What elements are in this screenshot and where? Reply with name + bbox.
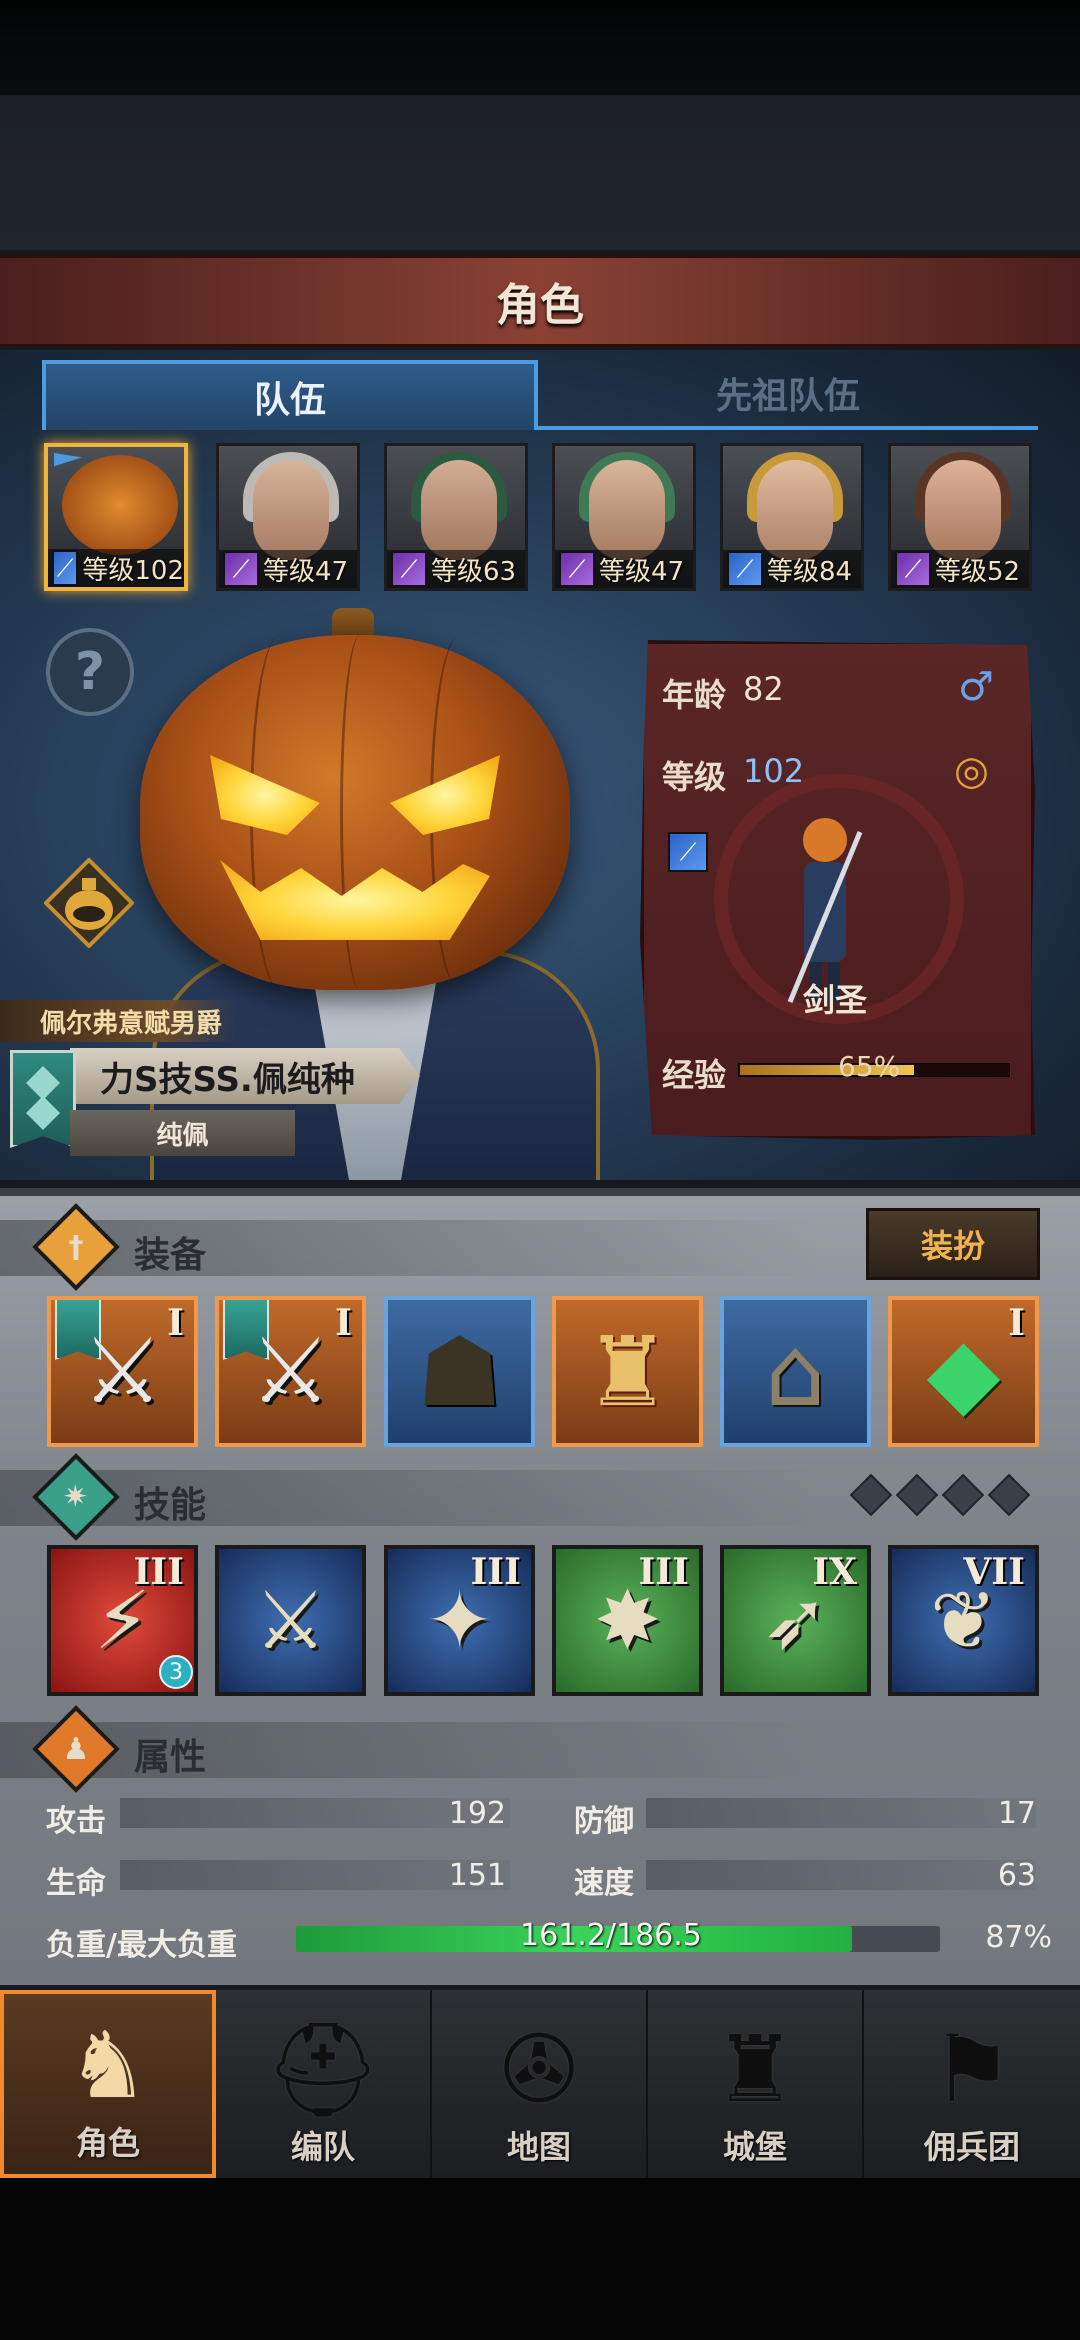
staff-class-icon: ⟋ (895, 551, 931, 587)
party-member-5[interactable]: ⟋ 等级84 (720, 443, 864, 591)
equip-slot-weapon-1[interactable]: I ⚔ (47, 1296, 198, 1447)
pumpkin-head (140, 635, 570, 990)
ring-icon: ◎ (954, 748, 989, 794)
skill-slot-5[interactable]: ➶ IX (720, 1545, 871, 1696)
exp-percent: 65% (838, 1050, 901, 1083)
skill-slot-4[interactable]: ✸ III (552, 1545, 703, 1696)
boots-icon: ⌂ (765, 1315, 826, 1428)
hood-icon: ☗ (416, 1315, 503, 1428)
potion-icon[interactable] (44, 858, 134, 948)
attack-value: 192 (448, 1796, 506, 1831)
member-level: 等级84 (767, 556, 853, 587)
equip-slot-accessory[interactable]: I ◆ (888, 1296, 1039, 1447)
hp-label: 生命 (46, 1866, 106, 1901)
class-name: 剑圣 (802, 981, 867, 1019)
equip-slot-weapon-2[interactable]: I ⚔ (215, 1296, 366, 1447)
member-level: 等级47 (263, 556, 349, 587)
male-icon: ♂ (958, 664, 994, 710)
helmet-icon: ⛑ (264, 2016, 382, 2123)
staff-class-icon: ⟋ (559, 551, 595, 587)
axe-icon: ⚔ (82, 1319, 163, 1424)
tab-ancestor-team[interactable]: 先祖队伍 (538, 360, 1038, 430)
age-value: 82 (743, 670, 784, 708)
armor-icon: ♜ (584, 1315, 671, 1428)
mercenary-icon: ⚑ (930, 2016, 1014, 2123)
equipment-title: 装备 (134, 1235, 207, 1276)
help-button[interactable]: ? (46, 628, 134, 716)
blade-skill-icon: ⚔ (254, 1574, 327, 1667)
skill-charge-badge: 3 (159, 1655, 193, 1689)
equip-slot-armor[interactable]: ♜ (552, 1296, 703, 1447)
attack-label: 攻击 (46, 1804, 106, 1839)
knight-icon: ♞ (66, 2012, 150, 2119)
nav-formation[interactable]: ⛑ 编队 (216, 1990, 432, 2178)
compass-icon: ✇ (500, 2016, 578, 2123)
nav-castle[interactable]: ♜ 城堡 (648, 1990, 864, 2178)
level-value: 102 (743, 752, 805, 790)
hero-name[interactable]: 力S技SS.佩纯种 (70, 1048, 420, 1104)
portrait-face (421, 460, 497, 560)
hero-title: 佩尔弗意赋男爵 (0, 1000, 235, 1042)
level-label: 等级 (662, 758, 727, 796)
defense-label: 防御 (574, 1804, 634, 1839)
equip-slot-head[interactable]: ☗ (384, 1296, 535, 1447)
portrait-face (589, 460, 665, 560)
hp-value: 151 (448, 1858, 506, 1893)
member-level: 等级52 (935, 556, 1021, 587)
load-percent: 87% (985, 1920, 1052, 1955)
member-level: 等级102 (82, 555, 184, 586)
party-member-1[interactable]: ⟋ 等级102 (44, 443, 188, 591)
portrait-face (925, 460, 1001, 560)
skill-slot-2[interactable]: ⚔ (215, 1545, 366, 1696)
screen-title: 角色 (496, 280, 584, 331)
staff-class-icon: ⟋ (391, 551, 427, 587)
equip-slot-boots[interactable]: ⌂ (720, 1296, 871, 1447)
skills-title: 技能 (134, 1485, 207, 1526)
nav-map[interactable]: ✇ 地图 (432, 1990, 648, 2178)
sword-class-icon: ⟋ (52, 550, 79, 586)
member-level: 等级47 (599, 556, 685, 587)
dress-up-button[interactable]: 装扮 (866, 1208, 1040, 1280)
skill-slot-1[interactable]: ⚡ III 3 (47, 1545, 198, 1696)
speed-value: 63 (997, 1858, 1036, 1893)
sword-class-icon: ⟋ (668, 832, 708, 872)
defense-value: 17 (997, 1796, 1036, 1831)
system-bar (0, 2178, 1080, 2340)
nav-character[interactable]: ♞ 角色 (0, 1990, 216, 2178)
nav-mercenary[interactable]: ⚑ 佣兵团 (864, 1990, 1080, 2178)
crystal-icon: ◆ (926, 1315, 1001, 1428)
skill-slot-6[interactable]: ❦ VII (888, 1545, 1039, 1696)
party-member-2[interactable]: ⟋ 等级47 (216, 443, 360, 591)
axe-icon: ⚔ (250, 1319, 331, 1424)
hero-banner-icon (10, 1050, 76, 1148)
age-label: 年龄 (662, 676, 727, 714)
member-level: 等级63 (431, 556, 517, 587)
pumpkin-portrait (62, 455, 178, 555)
load-label: 负重/最大负重 (46, 1928, 237, 1963)
portrait-face (253, 460, 329, 560)
sword-class-icon: ⟋ (727, 551, 763, 587)
speed-label: 速度 (574, 1866, 634, 1901)
party-member-4[interactable]: ⟋ 等级47 (552, 443, 696, 591)
tab-team[interactable]: 队伍 (42, 360, 538, 430)
party-member-3[interactable]: ⟋ 等级63 (384, 443, 528, 591)
party-member-6[interactable]: ⟋ 等级52 (888, 443, 1032, 591)
portrait-face (757, 460, 833, 560)
exp-label: 经验 (662, 1056, 727, 1094)
castle-icon: ♜ (713, 2016, 797, 2123)
question-icon: ? (74, 642, 106, 702)
screen-title-bar: 角色 (0, 255, 1080, 347)
load-value: 161.2/186.5 (520, 1918, 702, 1953)
skill-slot-3[interactable]: ✦ III (384, 1545, 535, 1696)
hero-subtitle: 纯佩 (70, 1110, 295, 1156)
staff-class-icon: ⟋ (223, 551, 259, 587)
attributes-title: 属性 (134, 1737, 207, 1778)
